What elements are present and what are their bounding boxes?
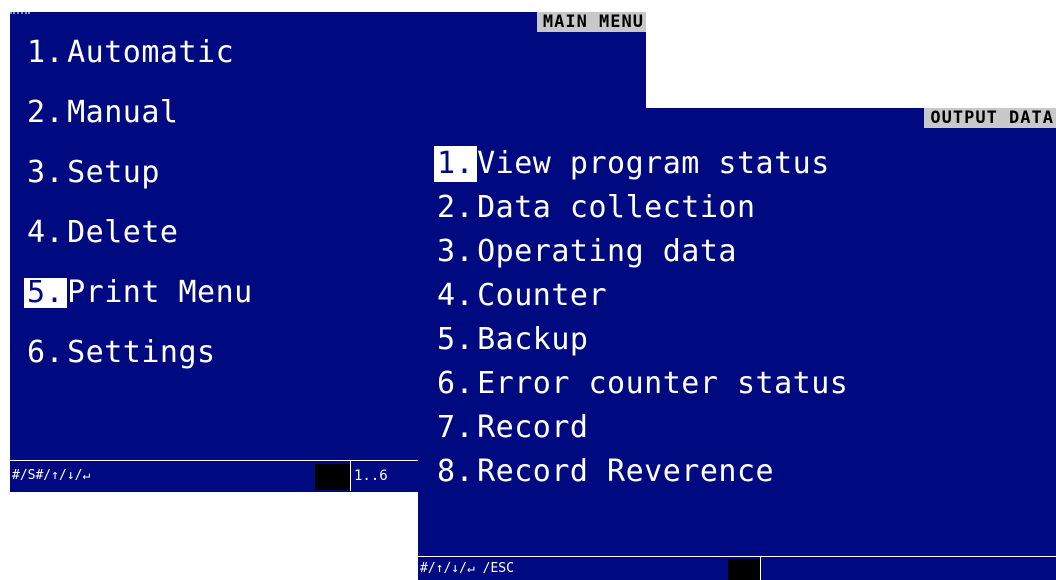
menu-item-number: 3. bbox=[27, 155, 65, 190]
main-menu-item-delete[interactable]: 4. Delete bbox=[24, 218, 253, 248]
menu-item-number: 7. bbox=[437, 410, 475, 445]
menu-item-label: Record Reverence bbox=[477, 454, 775, 489]
main-menu-list: 1. Automatic 2. Manual 3. Setup 4. Delete 5.… bbox=[24, 38, 253, 398]
menu-item-label: Data collection bbox=[477, 190, 756, 225]
menu-item-label: Setup bbox=[67, 155, 160, 190]
output-data-title: OUTPUT DATA bbox=[924, 108, 1056, 128]
output-item-counter[interactable]: 4. Counter bbox=[434, 278, 848, 314]
menu-item-label: Automatic bbox=[67, 35, 235, 70]
menu-item-label: Manual bbox=[67, 95, 179, 130]
output-data-status-bar: #/↑/↓/↵ /ESC bbox=[418, 556, 1056, 580]
output-item-backup[interactable]: 5. Backup bbox=[434, 322, 848, 358]
key-hints: #/↑/↓/↵ /ESC bbox=[420, 561, 514, 576]
menu-item-number: 6. bbox=[27, 335, 65, 370]
menu-item-label: Print Menu bbox=[67, 275, 253, 310]
output-item-data-collection[interactable]: 2. Data collection bbox=[434, 190, 848, 226]
main-menu-item-setup[interactable]: 3. Setup bbox=[24, 158, 253, 188]
menu-item-number: 5. bbox=[437, 322, 475, 357]
panel-edge-marker bbox=[10, 12, 30, 16]
main-menu-item-manual[interactable]: 2. Manual bbox=[24, 98, 253, 128]
menu-item-number: 3. bbox=[437, 234, 475, 269]
menu-item-label: Operating data bbox=[477, 234, 737, 269]
menu-item-number: 6. bbox=[437, 366, 475, 401]
menu-item-label: View program status bbox=[477, 146, 830, 181]
output-item-record-reverence[interactable]: 8. Record Reverence bbox=[434, 454, 848, 490]
output-item-operating-data[interactable]: 3. Operating data bbox=[434, 234, 848, 270]
key-hints: #/S#/↑/↓/↵ bbox=[12, 468, 91, 483]
menu-item-label: Settings bbox=[67, 335, 216, 370]
output-data-list: 1. View program status 2. Data collection … bbox=[434, 146, 848, 498]
menu-item-number: 8. bbox=[437, 454, 475, 489]
menu-item-number: 4. bbox=[27, 215, 65, 250]
main-menu-item-print-menu[interactable]: 5. Print Menu bbox=[24, 278, 253, 308]
main-menu-title: MAIN MENU bbox=[536, 12, 646, 32]
output-item-view-program-status[interactable]: 1. View program status bbox=[434, 146, 848, 182]
output-item-error-counter-status[interactable]: 6. Error counter status bbox=[434, 366, 848, 402]
selection-range: 1..6 bbox=[354, 468, 388, 484]
menu-item-label: Record bbox=[477, 410, 589, 445]
menu-item-label: Delete bbox=[67, 215, 179, 250]
menu-item-label: Counter bbox=[477, 278, 608, 313]
menu-item-number: 4. bbox=[437, 278, 475, 313]
menu-item-label: Backup bbox=[477, 322, 589, 357]
main-menu-item-automatic[interactable]: 1. Automatic bbox=[24, 38, 253, 68]
input-field[interactable] bbox=[315, 464, 351, 490]
output-data-panel: OUTPUT DATA 1. View program status 2. Data… bbox=[418, 108, 1056, 580]
menu-item-number-selected: 5. bbox=[24, 278, 68, 308]
input-field[interactable] bbox=[728, 559, 760, 580]
menu-item-number: 2. bbox=[437, 190, 475, 225]
main-menu-item-settings[interactable]: 6. Settings bbox=[24, 338, 253, 368]
menu-item-number-selected: 1. bbox=[434, 146, 478, 182]
divider bbox=[350, 461, 351, 491]
menu-item-label: Error counter status bbox=[477, 366, 849, 401]
divider bbox=[760, 557, 761, 580]
output-item-record[interactable]: 7. Record bbox=[434, 410, 848, 446]
menu-item-number: 1. bbox=[27, 35, 65, 70]
menu-item-number: 2. bbox=[27, 95, 65, 130]
